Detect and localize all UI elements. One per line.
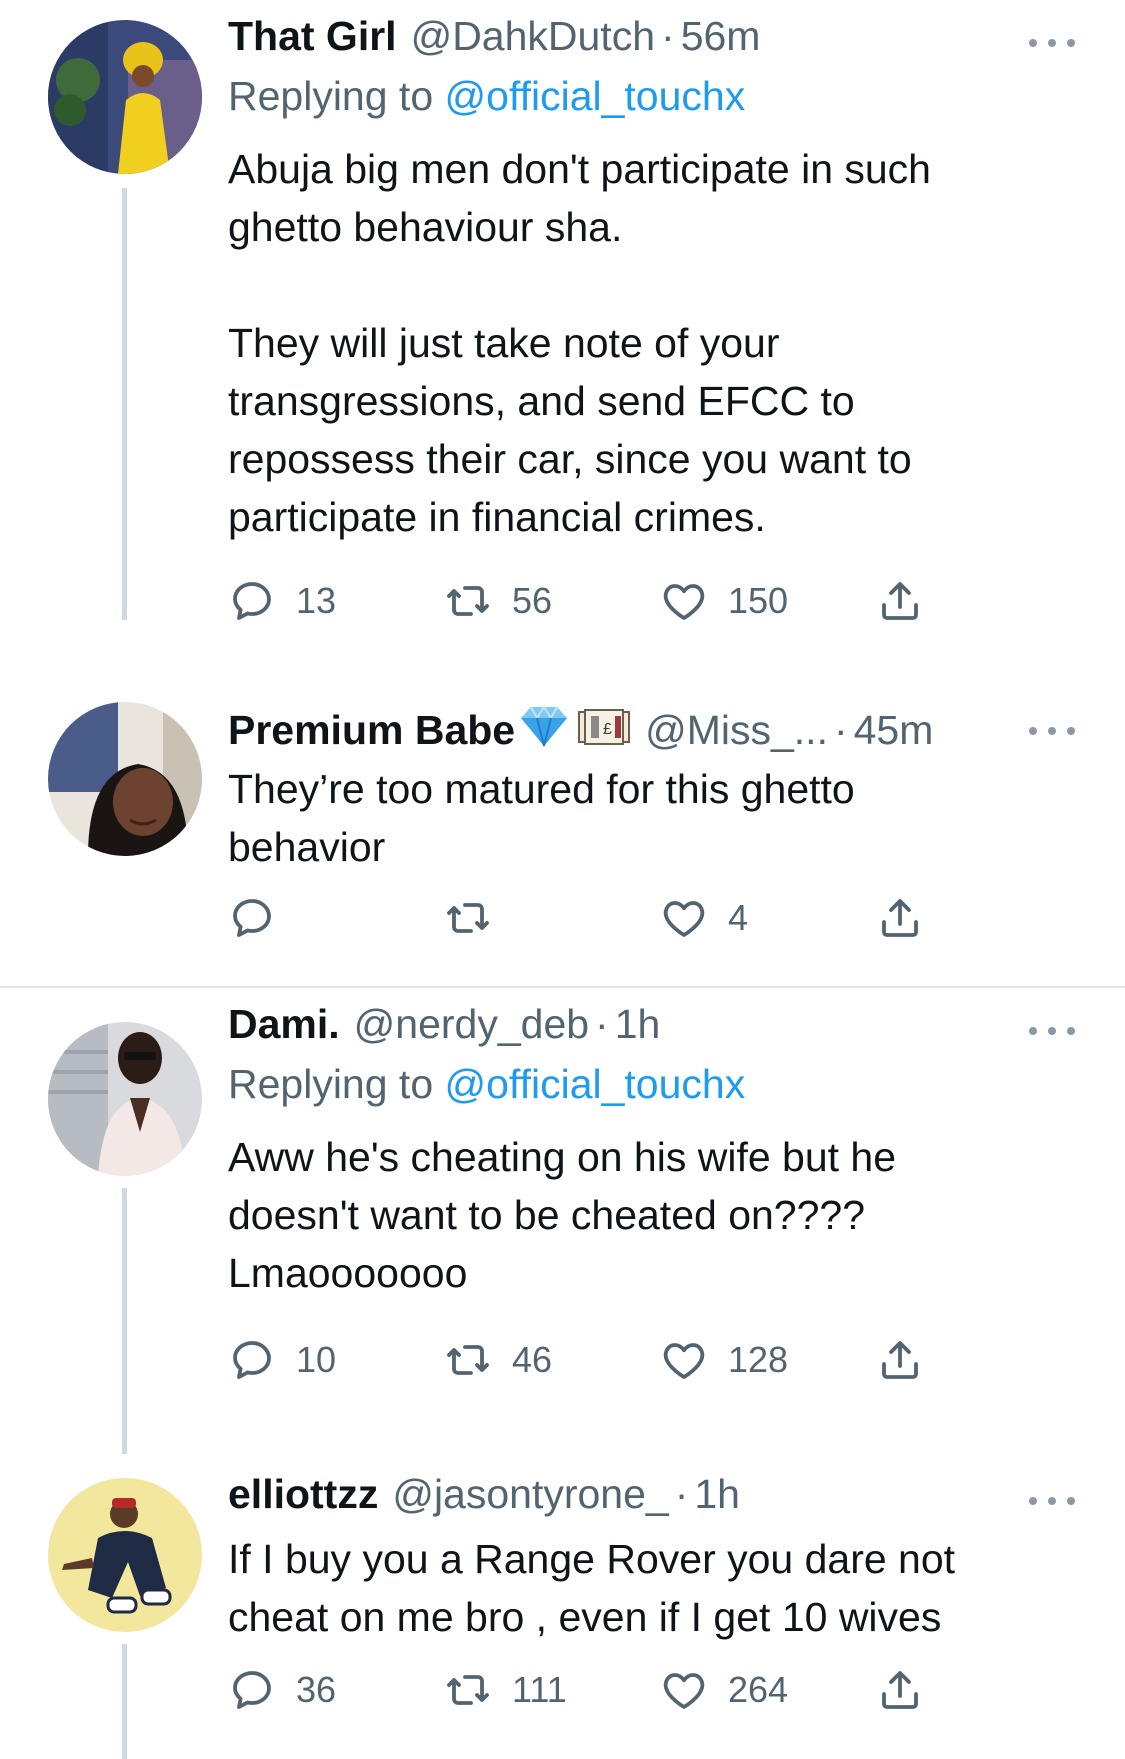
tweet[interactable]: elliottzz @jasontyrone_ · 1h If I buy yo… [0,1454,1125,1759]
like-count: 128 [728,1339,789,1380]
heart-icon [663,584,705,620]
replying-to: Replying to @official_touchx [228,72,1085,128]
avatar-image [48,1478,202,1632]
retweet-button[interactable] [444,894,512,942]
tweet[interactable]: That Girl @DahkDutch · 56m Replying to @… [0,0,1125,621]
more-icon[interactable] [1029,716,1075,746]
avatar[interactable] [48,1022,202,1176]
retweet-icon [447,586,489,616]
user-handle[interactable]: @jasontyrone_ [392,1470,668,1519]
separator-dot: · [661,13,675,59]
separator-dot: · [595,1001,609,1047]
avatar-image [48,20,202,174]
thread-line [122,1188,127,1454]
thread-line [122,1644,127,1759]
thread-line [122,188,127,620]
like-button[interactable]: 128 [660,1336,788,1384]
like-button[interactable]: 264 [660,1666,788,1714]
timestamp[interactable]: 56m [681,12,761,61]
tweet-header: elliottzz @jasontyrone_ · 1h [228,1470,1085,1528]
timestamp[interactable]: 1h [694,1470,740,1519]
avatar[interactable] [48,702,202,856]
reply-count: 36 [296,1669,337,1710]
user-handle[interactable]: @Miss_... [645,706,828,755]
retweet-count: 46 [512,1339,553,1380]
retweet-button[interactable]: 56 [444,577,552,625]
heart-icon [663,1343,705,1379]
share-button[interactable] [876,1336,924,1384]
replying-to: Replying to @official_touchx [228,1060,1085,1116]
more-icon[interactable] [1029,1016,1075,1046]
retweet-button[interactable]: 46 [444,1336,552,1384]
tweet-actions: 10 46 128 [228,1332,948,1388]
avatar[interactable] [48,20,202,174]
tweet-actions: 36 111 264 [228,1662,948,1718]
share-button[interactable] [876,894,924,942]
reply-button[interactable]: 36 [228,1666,336,1714]
reply-count: 10 [296,1339,337,1380]
reply-icon [233,582,271,620]
tweet-actions: 4 [228,890,948,946]
heart-icon [663,1673,705,1709]
separator-dot: · [833,707,848,753]
money-emoji: £ [578,709,631,745]
share-button[interactable] [876,577,924,625]
user-handle[interactable]: @nerdy_deb [354,1000,589,1049]
reply-count: 13 [296,580,337,621]
like-count: 4 [728,897,749,938]
mention-link[interactable]: @official_touchx [445,1061,746,1107]
reply-icon [233,899,271,937]
replying-label: Replying to [228,1061,445,1107]
avatar-image [48,702,202,856]
reply-icon [233,1341,271,1379]
user-handle[interactable]: @DahkDutch [411,12,655,61]
svg-text:£: £ [603,721,612,738]
retweet-icon [447,1675,489,1705]
separator-dot: · [674,1471,689,1517]
display-name[interactable]: elliottzz [228,1470,378,1519]
tweet-header: Dami. @nerdy_deb · 1h [228,1000,1085,1058]
share-icon [882,899,918,937]
like-count: 264 [728,1669,789,1710]
tweet-header: Premium Babe £ @Miss_... · 45m [228,700,1085,758]
retweet-count: 111 [512,1669,567,1710]
mention-link[interactable]: @official_touchx [445,73,746,119]
tweet-text: Aww he's cheating on his wife but he doe… [228,1134,897,1296]
tweet-text: Abuja big men don't participate in such … [228,146,931,540]
retweet-icon [447,1345,489,1375]
avatar-image [48,1022,202,1176]
tweet-header: That Girl @DahkDutch · 56m [228,12,1085,70]
more-icon[interactable] [1029,28,1075,58]
like-button[interactable]: 150 [660,577,788,625]
reply-feed: That Girl @DahkDutch · 56m Replying to @… [0,0,1125,1759]
gem-emoji [521,705,568,747]
tweet-text: If I buy you a Range Rover you dare not … [228,1536,956,1640]
replying-label: Replying to [228,73,445,119]
name-emojis: £ [519,704,631,748]
share-icon [882,1671,918,1709]
retweet-icon [447,903,489,933]
timestamp[interactable]: 45m [854,706,934,755]
reply-icon [233,1671,271,1709]
tweet-text: They’re too matured for this ghetto beha… [228,766,855,870]
reply-button[interactable] [228,894,296,942]
retweet-count: 56 [512,580,553,621]
display-name[interactable]: Premium Babe [228,706,515,755]
share-icon [882,582,918,620]
tweet[interactable]: Premium Babe £ @Miss_... · 45m They’re t… [0,620,1125,986]
share-button[interactable] [876,1666,924,1714]
tweet[interactable]: Dami. @nerdy_deb · 1h Replying to @offic… [0,988,1125,1454]
retweet-button[interactable]: 111 [444,1666,567,1714]
reply-button[interactable]: 10 [228,1336,336,1384]
more-icon[interactable] [1029,1486,1075,1516]
like-button[interactable]: 4 [660,894,748,942]
like-count: 150 [728,580,789,621]
display-name[interactable]: That Girl [228,12,397,61]
display-name[interactable]: Dami. [228,1000,340,1049]
avatar[interactable] [48,1478,202,1632]
timestamp[interactable]: 1h [615,1000,661,1049]
heart-icon [663,901,705,937]
share-icon [882,1341,918,1379]
reply-button[interactable]: 13 [228,577,336,625]
